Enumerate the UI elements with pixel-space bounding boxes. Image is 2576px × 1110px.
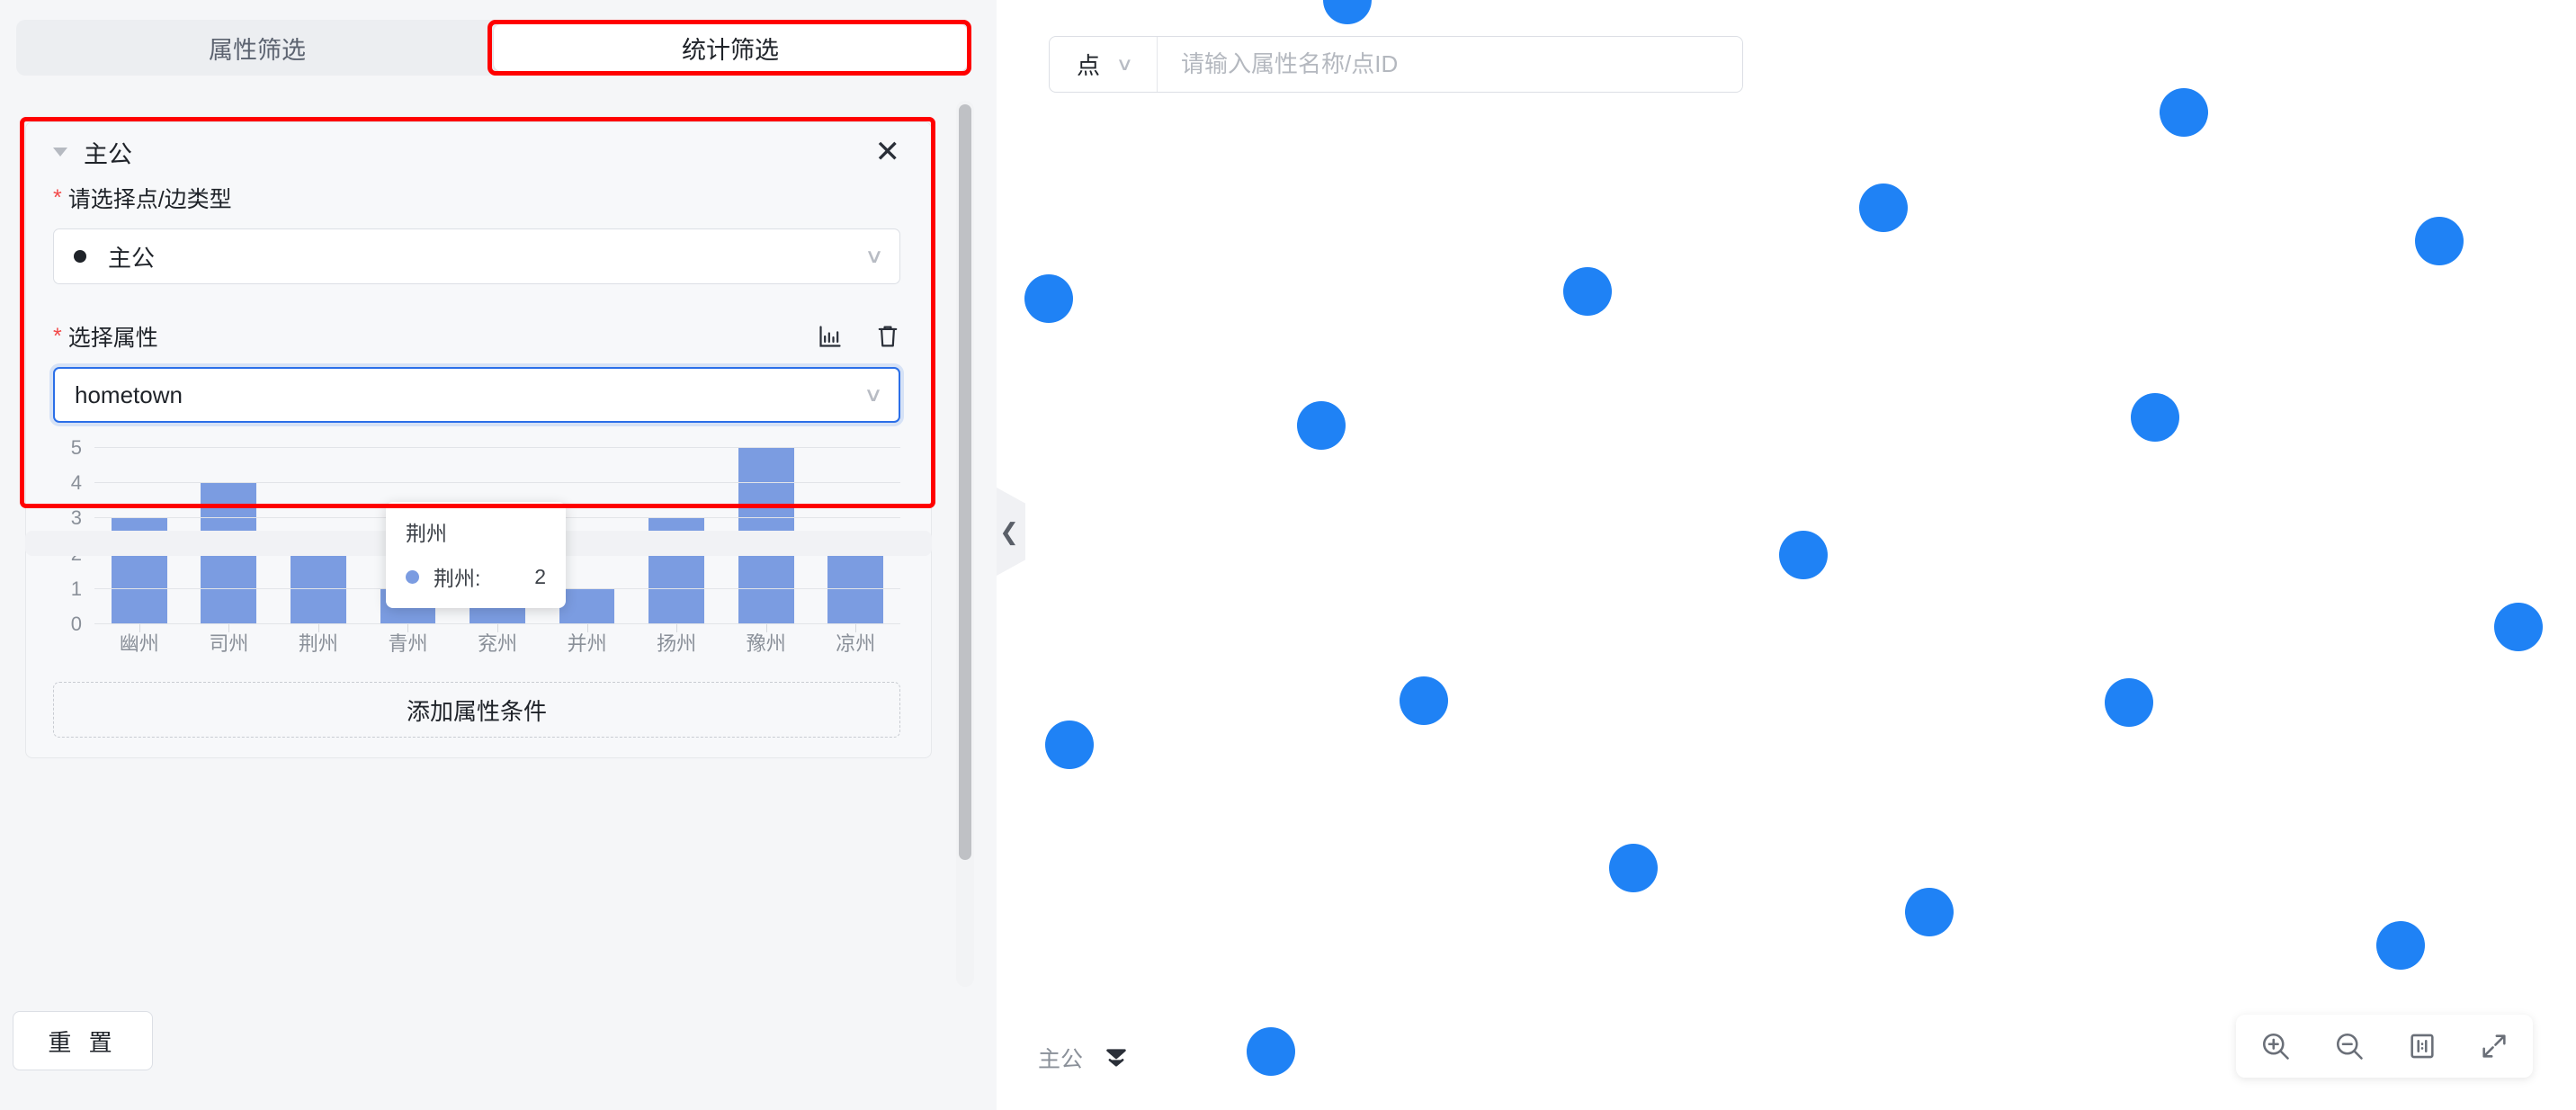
- condition-card-title: 主公: [84, 140, 132, 168]
- chart-x-label: 豫州: [746, 632, 786, 655]
- graph-node[interactable]: [1400, 676, 1448, 725]
- condition-card-header: 主公 ✕: [26, 122, 931, 182]
- app-root: 属性筛选 统计筛选 主公 ✕ * 请选择点/边类型 主公 ∨ * 选择属性 ho…: [0, 0, 2576, 1110]
- chart-x-label: 并州: [567, 632, 607, 655]
- graph-node[interactable]: [1297, 401, 1346, 450]
- bar-chart-icon[interactable]: [818, 324, 843, 349]
- fullscreen-icon[interactable]: [2479, 1031, 2509, 1061]
- chart-bar[interactable]: [559, 588, 615, 624]
- chart-y-tick-label: 5: [70, 436, 82, 459]
- chart-x-label: 司州: [209, 632, 249, 655]
- graph-node[interactable]: [1779, 531, 1828, 579]
- chart-x-label: 荆州: [298, 632, 338, 655]
- panel-scrollbar-thumb[interactable]: [959, 104, 971, 860]
- graph-legend[interactable]: 主公: [1038, 1042, 1130, 1074]
- graph-canvas[interactable]: 点 ∨ ❮ 主公: [997, 0, 2576, 1110]
- chart-tooltip-value: 2: [534, 564, 546, 588]
- attribute-label-text: 选择属性: [67, 326, 158, 351]
- canvas-zoom-toolbar: [2236, 1015, 2533, 1078]
- chart-tooltip-marker-icon: [406, 569, 419, 584]
- chart-x-label: 凉州: [836, 632, 876, 655]
- graph-search-bar: 点 ∨: [1049, 36, 1743, 93]
- zoom-in-icon[interactable]: [2259, 1030, 2292, 1062]
- chart-tooltip: 荆州 荆州: 2: [386, 502, 566, 608]
- chart-y-tick-label: 3: [70, 506, 82, 530]
- add-attribute-condition-button[interactable]: 添加属性条件: [53, 682, 900, 738]
- chart-y-tick-label: 4: [70, 471, 82, 495]
- double-chevron-down-icon[interactable]: [1103, 1046, 1130, 1070]
- filter-panel: 属性筛选 统计筛选 主公 ✕ * 请选择点/边类型 主公 ∨ * 选择属性 ho…: [0, 0, 997, 1110]
- chart-gridline: [94, 623, 900, 624]
- attribute-field-label: * 选择属性: [26, 320, 931, 353]
- node-type-select[interactable]: 主公 ∨: [53, 228, 900, 284]
- graph-node[interactable]: [1563, 267, 1612, 316]
- chart-y-tick-label: 1: [70, 577, 82, 600]
- graph-legend-label: 主公: [1038, 1047, 1084, 1072]
- graph-node[interactable]: [2415, 217, 2464, 265]
- tab-attribute-filter[interactable]: 属性筛选: [21, 24, 494, 71]
- chart-x-label: 兖州: [478, 632, 518, 655]
- chevron-down-icon: ∨: [864, 245, 884, 267]
- graph-node[interactable]: [2160, 88, 2208, 137]
- condition-card: 主公 ✕ * 请选择点/边类型 主公 ∨ * 选择属性 hometown ∨ 0…: [25, 121, 932, 758]
- tab-statistic-filter-label: 统计筛选: [682, 36, 779, 64]
- node-type-field-label: * 请选择点/边类型: [26, 182, 931, 214]
- required-mark: *: [53, 323, 62, 349]
- chevron-down-icon: ∨: [1115, 54, 1134, 75]
- conditions-scroll-area: 主公 ✕ * 请选择点/边类型 主公 ∨ * 选择属性 hometown ∨ 0…: [0, 97, 997, 1006]
- graph-node[interactable]: [1024, 274, 1073, 323]
- chart-tooltip-title: 荆州: [406, 522, 447, 545]
- search-input[interactable]: [1158, 37, 1742, 92]
- attribute-select[interactable]: hometown ∨: [53, 367, 900, 423]
- chevron-down-icon: ∨: [863, 383, 883, 406]
- attribute-label-actions: [818, 323, 900, 350]
- chart-tooltip-row: 荆州: 2: [406, 561, 546, 592]
- chart-x-label: 扬州: [657, 632, 697, 655]
- chart-x-label: 幽州: [119, 632, 159, 655]
- chart-gridline: [94, 447, 900, 448]
- required-mark: *: [53, 184, 62, 210]
- chart-tooltip-series-name: 荆州:: [434, 567, 481, 590]
- filter-tabbar: 属性筛选 统计筛选: [16, 20, 971, 76]
- add-attribute-condition-label: 添加属性条件: [406, 697, 547, 725]
- graph-node[interactable]: [1859, 184, 1908, 232]
- panel-collapse-handle[interactable]: ❮: [997, 488, 1025, 576]
- node-type-select-value: 主公: [108, 244, 156, 272]
- node-type-label-text: 请选择点/边类型: [67, 187, 232, 212]
- chart-gridline: [94, 482, 900, 484]
- search-type-select[interactable]: 点 ∨: [1050, 37, 1158, 92]
- close-icon[interactable]: ✕: [875, 137, 901, 167]
- search-type-value: 点: [1077, 52, 1101, 79]
- node-type-dot-icon: [74, 250, 86, 263]
- tab-attribute-filter-label: 属性筛选: [209, 36, 306, 64]
- graph-node[interactable]: [2376, 921, 2425, 970]
- graph-node[interactable]: [1905, 888, 1954, 936]
- reset-button-label: 重 置: [48, 1028, 118, 1056]
- graph-node[interactable]: [1609, 844, 1658, 892]
- chart-y-tick-label: 0: [70, 613, 82, 635]
- fit-actual-icon[interactable]: [2407, 1031, 2437, 1061]
- reset-button[interactable]: 重 置: [13, 1011, 153, 1070]
- trash-icon[interactable]: [875, 323, 900, 350]
- graph-node[interactable]: [1045, 721, 1094, 769]
- graph-node[interactable]: [1247, 1027, 1295, 1076]
- tab-statistic-filter[interactable]: 统计筛选: [494, 24, 967, 71]
- caret-down-icon[interactable]: [53, 148, 67, 157]
- chart-x-label: 青州: [388, 632, 428, 655]
- chevron-left-icon: ❮: [999, 518, 1019, 545]
- chart-x-labels: 幽州 司州 荆州 青州 兖州 并州 扬州 豫州 凉州: [94, 628, 900, 657]
- graph-node[interactable]: [2131, 393, 2179, 442]
- zoom-out-icon[interactable]: [2333, 1030, 2366, 1062]
- graph-node[interactable]: [2105, 678, 2153, 727]
- graph-node[interactable]: [1323, 0, 1372, 24]
- attribute-select-value: hometown: [75, 380, 183, 408]
- graph-node[interactable]: [2494, 603, 2543, 651]
